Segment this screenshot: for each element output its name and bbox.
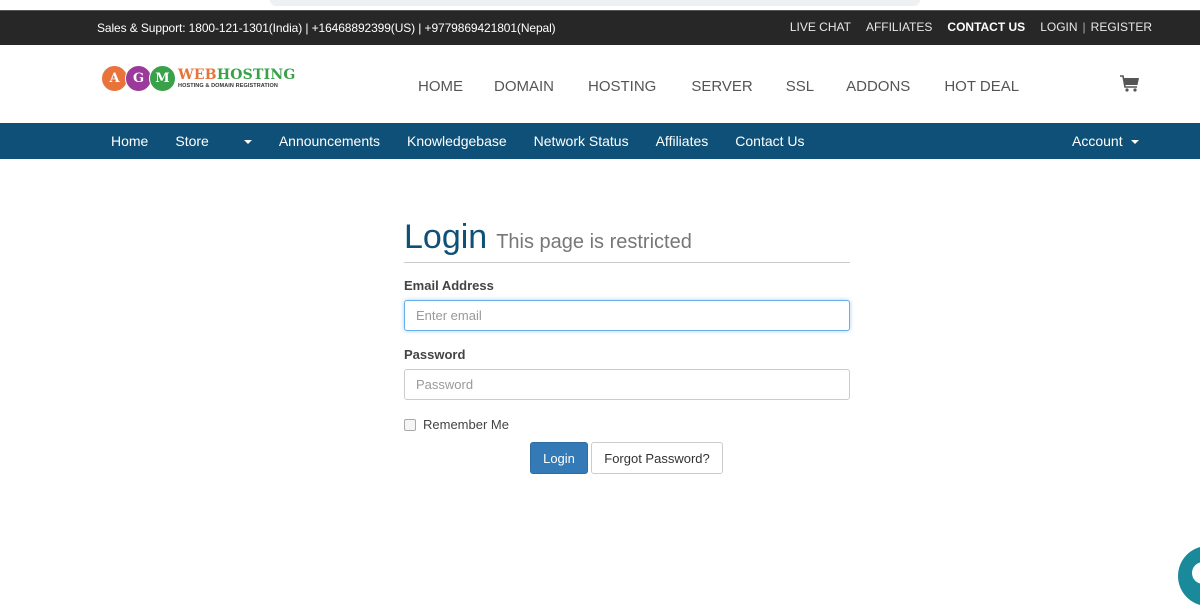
chat-bubble-icon [1192, 562, 1200, 584]
client-nav-store-label: Store [175, 133, 209, 149]
shopping-cart-icon[interactable] [1119, 75, 1141, 93]
email-field[interactable] [404, 300, 850, 331]
logo-text: WEBHOSTING HOSTING & DOMAIN REGISTRATION [178, 68, 295, 89]
browser-tab-edge [270, 0, 920, 6]
page-subtitle: This page is restricted [496, 231, 692, 253]
client-nav-home[interactable]: Home [111, 133, 148, 149]
login-header: Login This page is restricted [404, 218, 850, 263]
client-area-navbar: Home Store Announcements Knowledgebase N… [0, 123, 1200, 159]
caret-down-icon [243, 140, 252, 145]
client-nav-announcements[interactable]: Announcements [279, 133, 380, 149]
browser-top-strip [0, 0, 1200, 10]
site-header: A G M WEBHOSTING HOSTING & DOMAIN REGIST… [0, 45, 1200, 123]
client-nav-network-status[interactable]: Network Status [534, 133, 629, 149]
page-title: Login [404, 218, 488, 256]
password-field[interactable] [404, 369, 850, 400]
site-logo[interactable]: A G M WEBHOSTING HOSTING & DOMAIN REGIST… [101, 65, 295, 92]
nav-domain[interactable]: DOMAIN [494, 78, 554, 95]
caret-down-icon [1130, 140, 1139, 145]
link-separator: | [1082, 20, 1086, 34]
logo-letter-g: G [125, 65, 152, 92]
login-form: Login This page is restricted Email Addr… [404, 218, 850, 474]
account-dropdown[interactable]: Account [1072, 133, 1139, 149]
login-link[interactable]: LOGIN [1040, 20, 1077, 34]
logo-brand-hosting: HOSTING [216, 67, 296, 83]
top-links: LIVE CHAT AFFILIATES CONTACT US LOGIN | … [790, 20, 1152, 34]
remember-me-label[interactable]: Remember Me [423, 417, 509, 432]
logo-letter-m: M [149, 65, 176, 92]
client-nav-affiliates[interactable]: Affiliates [656, 133, 709, 149]
main-navigation: HOME DOMAIN HOSTING SERVER SSL ADDONS HO… [418, 78, 1019, 95]
nav-addons[interactable]: ADDONS [846, 78, 910, 95]
account-label: Account [1072, 133, 1123, 149]
logo-brand-web: WEB [178, 67, 217, 83]
remember-me: Remember Me [404, 417, 509, 432]
logo-letter-a: A [101, 65, 128, 92]
nav-hot-deal[interactable]: HOT DEAL [944, 78, 1019, 95]
contact-us-link[interactable]: CONTACT US [947, 20, 1025, 34]
logo-brand: WEBHOSTING [178, 68, 295, 82]
remember-me-checkbox[interactable] [404, 418, 416, 431]
forgot-password-button[interactable]: Forgot Password? [591, 442, 723, 474]
client-nav-items: Home Store Announcements Knowledgebase N… [111, 133, 832, 149]
logo-tagline: HOSTING & DOMAIN REGISTRATION [178, 83, 278, 89]
client-nav-knowledgebase[interactable]: Knowledgebase [407, 133, 507, 149]
sales-support-text: Sales & Support: 1800-121-1301(India) | … [97, 21, 556, 35]
chat-widget-button[interactable] [1178, 546, 1200, 606]
nav-ssl[interactable]: SSL [786, 78, 814, 95]
login-button[interactable]: Login [530, 442, 588, 474]
live-chat-link[interactable]: LIVE CHAT [790, 20, 851, 34]
affiliates-link[interactable]: AFFILIATES [866, 20, 932, 34]
email-label: Email Address [404, 278, 494, 293]
nav-server[interactable]: SERVER [691, 78, 752, 95]
client-nav-contact-us[interactable]: Contact Us [735, 133, 804, 149]
client-nav-store[interactable]: Store [175, 133, 252, 149]
nav-hosting[interactable]: HOSTING [588, 78, 656, 95]
password-label: Password [404, 347, 466, 362]
top-info-bar: Sales & Support: 1800-121-1301(India) | … [0, 10, 1200, 45]
nav-home[interactable]: HOME [418, 78, 463, 95]
register-link[interactable]: REGISTER [1091, 20, 1152, 34]
